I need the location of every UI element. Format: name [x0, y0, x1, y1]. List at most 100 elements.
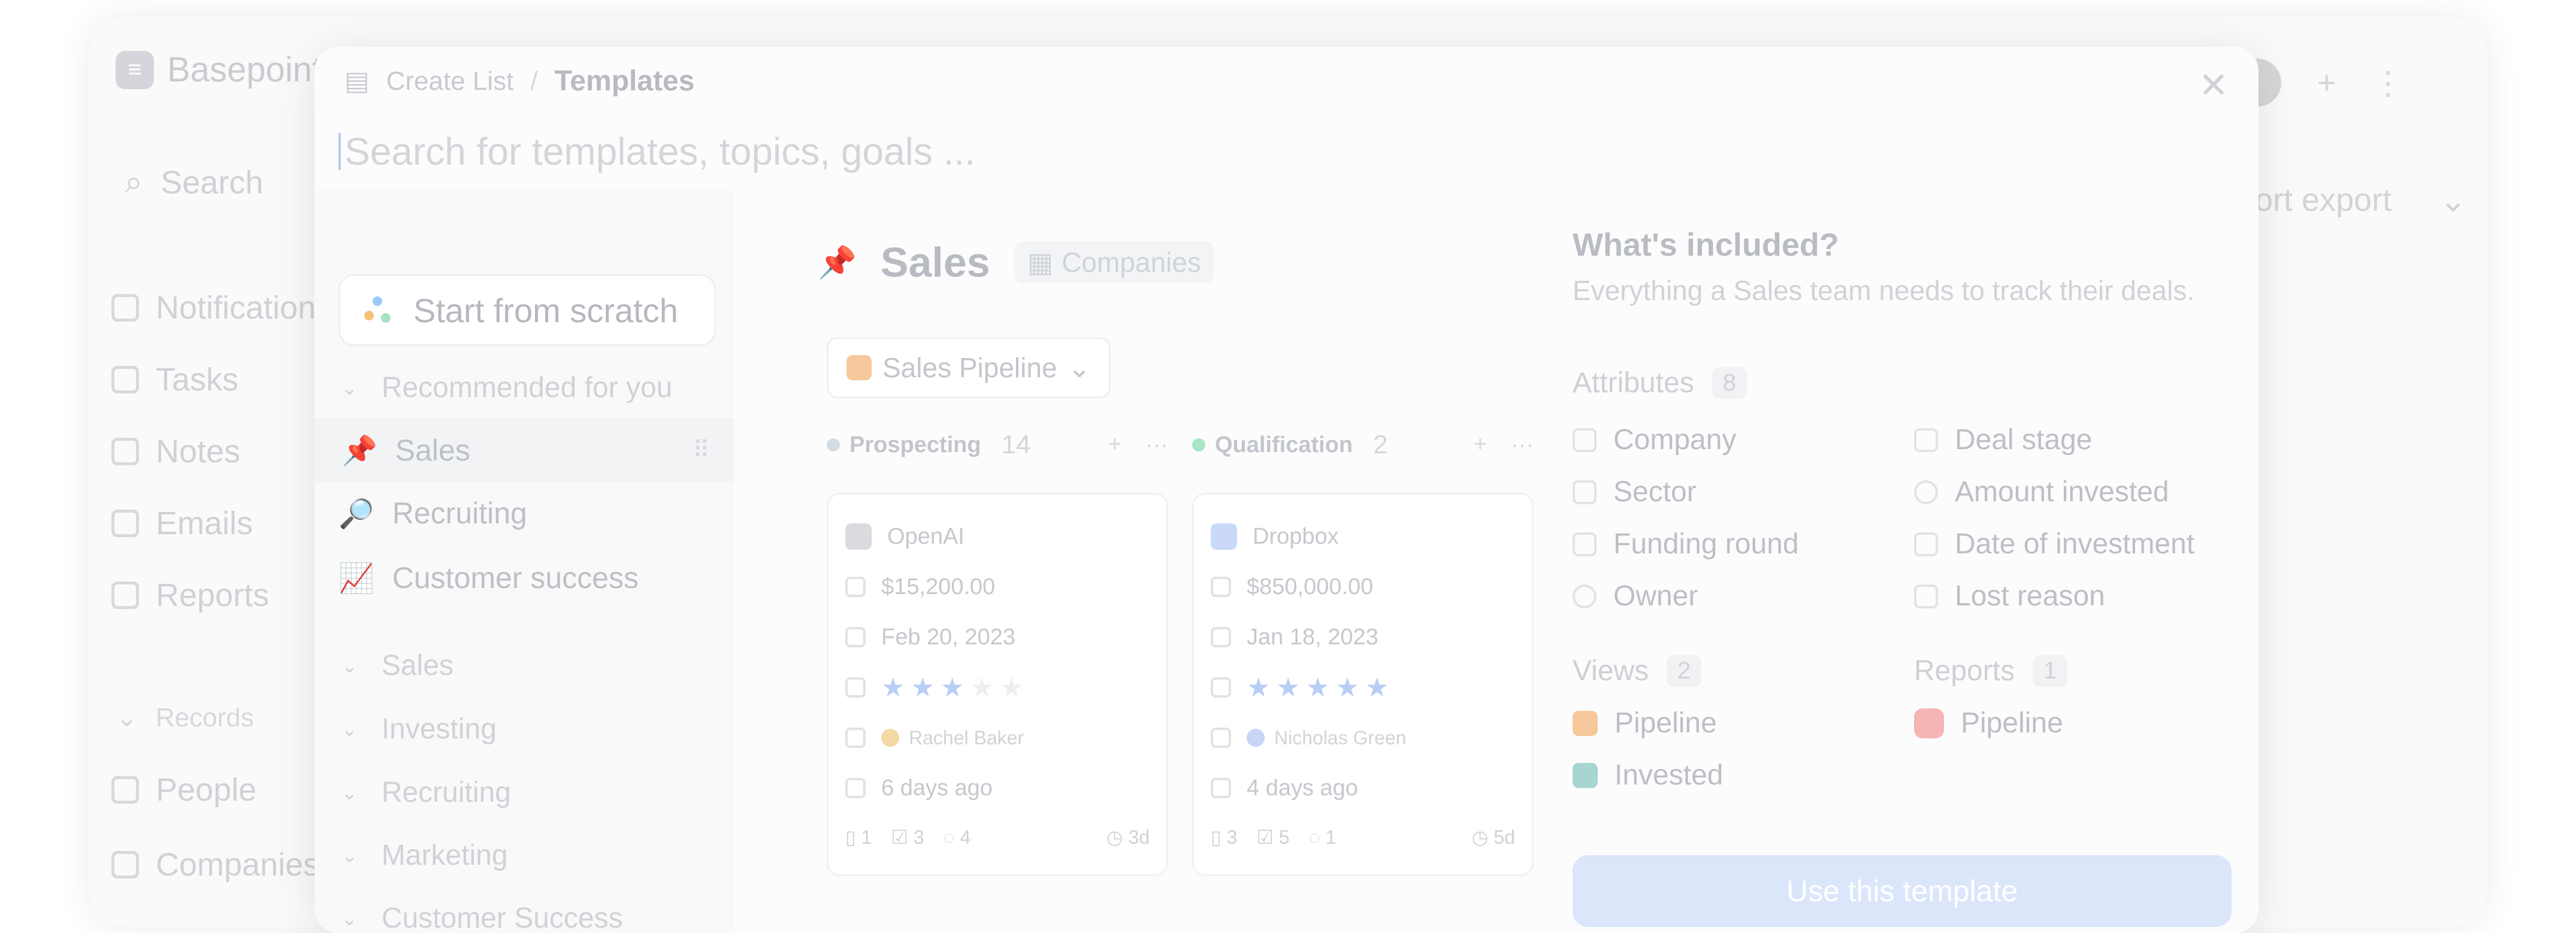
views-count: 2 [1667, 655, 1702, 687]
card-footer: ▯ 3 ☑ 5 ◌ 1 ◷ 5d [1211, 813, 1515, 861]
sidebar-item-notes[interactable]: Notes [111, 433, 240, 470]
deal-card[interactable]: OpenAI $15,200.00 Feb 20, 2023 ★★★★★ Rac… [827, 493, 1168, 876]
card-owner: Rachel Baker [909, 726, 1024, 749]
file-count: 3 [1226, 826, 1238, 848]
sidebar-item-people[interactable]: People [111, 771, 256, 808]
currency-icon [1211, 577, 1231, 597]
calendar-icon [845, 627, 866, 647]
sidebar-item-emails[interactable]: Emails [111, 505, 253, 542]
deal-card[interactable]: Dropbox $850,000.00 Jan 18, 2023 ★★★★★ N… [1192, 493, 1534, 876]
card-rating: ★★★★★ [1247, 673, 1395, 702]
brand-name: Basepoint [167, 50, 322, 89]
template-item-customer-success[interactable]: 📈 Customer success [338, 561, 639, 595]
attribute-label: Deal stage [1955, 424, 2093, 456]
card-date: Jan 18, 2023 [1247, 624, 1378, 650]
sidebar-item-label: Tasks [156, 362, 239, 398]
template-search[interactable] [338, 129, 1243, 174]
object-chip: ▦ Companies [1014, 241, 1214, 283]
group-investing[interactable]: ⌄ Investing [341, 713, 497, 746]
more-icon[interactable]: ⋯ [1511, 432, 1534, 459]
report-item-pipeline: Pipeline [1914, 707, 2244, 740]
details-subtitle: Everything a Sales team needs to track t… [1573, 275, 2195, 306]
chevron-down-icon: ⌄ [341, 655, 358, 677]
more-icon[interactable]: ⋯ [1145, 432, 1168, 459]
attribute-label: Amount invested [1955, 476, 2169, 508]
attribute-label: Company [1613, 424, 1737, 456]
group-sales[interactable]: ⌄ Sales [341, 649, 453, 682]
column-header: Qualification 2 + ⋯ [1192, 430, 1534, 460]
calendar-icon [1914, 532, 1938, 556]
file-icon: ▯ 1 [845, 826, 872, 848]
group-recommended[interactable]: ⌄ Recommended for you [341, 371, 672, 404]
template-details: What's included? Everything a Sales team… [1573, 226, 2244, 792]
view-selector[interactable]: Sales Pipeline ⌄ [827, 337, 1111, 398]
user-icon [1573, 584, 1597, 608]
breadcrumb-separator: / [530, 66, 538, 96]
template-search-input[interactable] [344, 129, 1243, 174]
card-date: Feb 20, 2023 [881, 624, 1015, 650]
preview-title: 📌 Sales ▦ Companies [818, 238, 1214, 286]
breadcrumb-create-list[interactable]: Create List [386, 66, 514, 96]
use-template-button[interactable]: Use this template [1573, 855, 2232, 927]
sidebar-item-label: Notes [156, 434, 241, 469]
plus-icon[interactable]: + [1108, 432, 1121, 459]
attribute-label: Lost reason [1955, 580, 2105, 612]
comment-icon: ◌ 4 [943, 826, 971, 848]
template-item-sales[interactable]: 📌 Sales ⠿ [315, 418, 734, 483]
chevron-down-icon: ⌄ [341, 718, 358, 740]
sidebar-item-notifications[interactable]: Notifications [111, 289, 332, 326]
plus-icon[interactable]: + [1474, 432, 1487, 459]
checkbox-icon [111, 366, 139, 393]
template-label: Recruiting [392, 496, 527, 530]
building-icon: ▦ [1027, 247, 1054, 278]
attributes-list: Company Deal stage Sector Amount investe… [1573, 423, 2244, 613]
sidebar-item-companies[interactable]: Companies [111, 846, 319, 883]
attributes-header: Attributes 8 [1573, 366, 2244, 399]
kanban-column-qualification: Qualification 2 + ⋯ Dropbox $850,000.00 J… [1192, 430, 1534, 876]
comment-count: 4 [960, 826, 971, 848]
reports-label: Reports [1914, 655, 2015, 687]
attribute-item: Lost reason [1914, 580, 2244, 613]
close-icon[interactable]: ✕ [2199, 65, 2229, 107]
sidebar-item-tasks[interactable]: Tasks [111, 361, 238, 398]
export-control[interactable]: Port export ⌄ [2233, 181, 2466, 219]
group-customer-success[interactable]: ⌄ Customer Success [341, 902, 623, 933]
card-age: 5d [1493, 826, 1515, 848]
view-selector-label: Sales Pipeline [882, 352, 1057, 383]
building-icon [1573, 428, 1597, 452]
currency-icon [1914, 480, 1938, 504]
template-label: Sales [395, 434, 470, 467]
app-search-label: Search [161, 164, 264, 201]
chevron-down-icon: ⌄ [341, 907, 358, 929]
drag-handle-icon[interactable]: ⠿ [693, 437, 710, 464]
start-from-scratch-button[interactable]: Start from scratch [338, 274, 716, 346]
plus-icon[interactable]: + [2317, 64, 2336, 101]
pushpin-icon: 📌 [341, 435, 377, 467]
card-amount: $850,000.00 [1247, 574, 1374, 599]
attribute-label: Funding round [1613, 528, 1799, 560]
template-item-recruiting[interactable]: 🔎 Recruiting [338, 496, 527, 531]
view-item-invested: Invested [1573, 759, 1914, 792]
people-icon [111, 776, 139, 804]
records-label: Records [155, 702, 254, 732]
group-recruiting[interactable]: ⌄ Recruiting [341, 776, 511, 809]
file-icon: ▯ 3 [1211, 826, 1238, 848]
more-icon[interactable]: ⋮ [2372, 64, 2405, 102]
magnifier-icon: 🔎 [338, 498, 374, 530]
task-count: 3 [913, 826, 924, 848]
records-section-header[interactable]: ⌄ Records [116, 702, 254, 733]
sidebar-item-label: Reports [156, 577, 270, 613]
brand: ≡ Basepoint [116, 50, 322, 90]
sidebar-item-label: Emails [156, 505, 253, 541]
app-search[interactable]: ⌕ Search [125, 163, 263, 201]
sidebar-item-reports[interactable]: Reports [111, 577, 269, 614]
column-name: Qualification [1215, 432, 1353, 458]
group-marketing[interactable]: ⌄ Marketing [341, 839, 508, 872]
chevron-down-icon: ⌄ [1068, 352, 1092, 383]
comment-icon: ◌ 1 [1308, 826, 1337, 848]
calendar-icon [1211, 627, 1231, 647]
group-label: Sales [381, 650, 453, 681]
attribute-item: Amount invested [1914, 475, 2244, 508]
column-header: Prospecting 14 + ⋯ [827, 430, 1168, 460]
task-count: 5 [1278, 826, 1290, 848]
